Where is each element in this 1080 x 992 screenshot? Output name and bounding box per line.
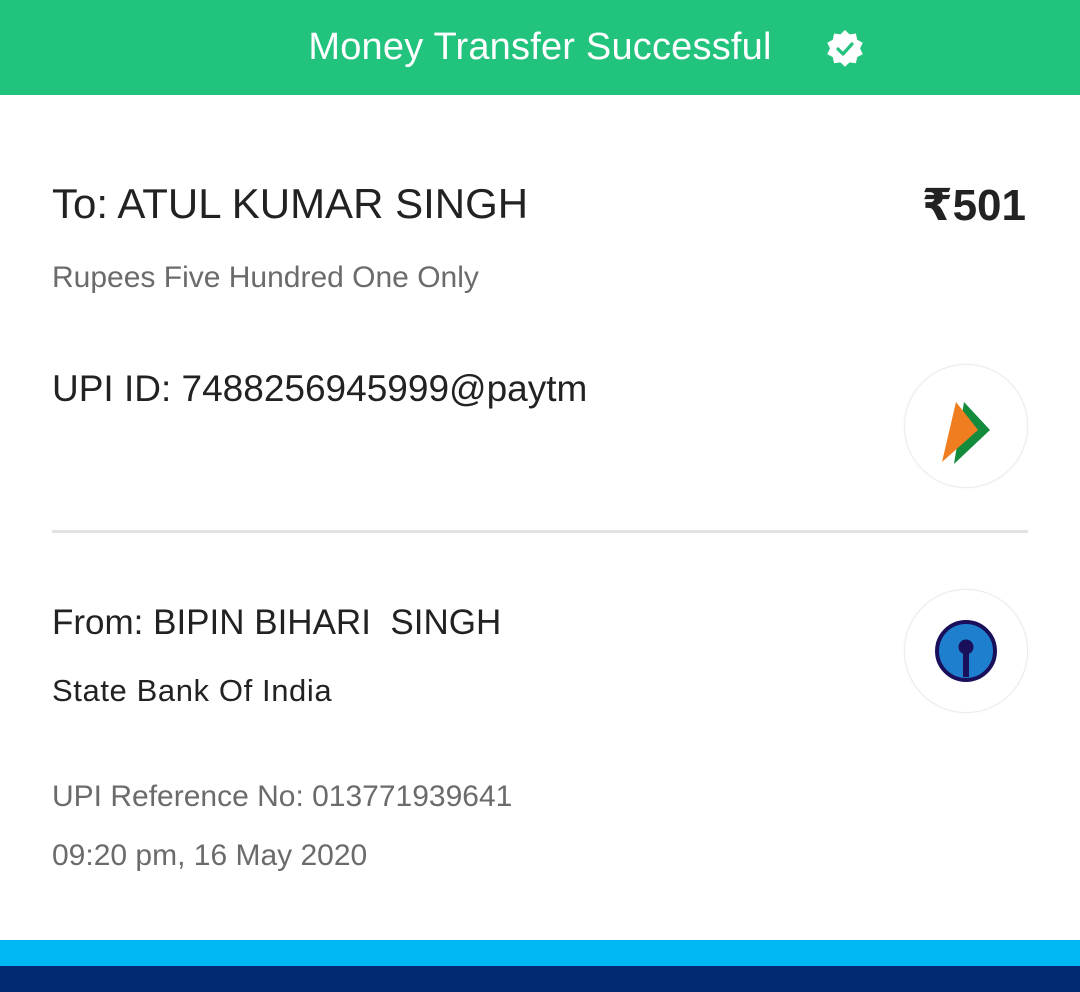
transfer-amount: ₹501 — [921, 181, 1026, 230]
sbi-icon — [904, 589, 1028, 713]
verified-badge-icon — [822, 25, 868, 71]
transfer-receipt: Money Transfer Successful To: ATUL KUMAR… — [0, 0, 1080, 992]
footer-band-light — [0, 940, 1080, 966]
footer-band-dark — [0, 966, 1080, 992]
sender-bank: State Bank Of India — [52, 673, 333, 708]
recipient-name: To: ATUL KUMAR SINGH — [52, 180, 529, 227]
upi-reference-number: UPI Reference No: 013771939641 — [52, 780, 513, 813]
sender-name: From: BIPIN BIHARI SINGH — [52, 603, 502, 642]
section-divider — [52, 530, 1028, 533]
transaction-datetime: 09:20 pm, 16 May 2020 — [52, 839, 368, 872]
recipient-upi-id: UPI ID: 7488256945999@paytm — [52, 368, 588, 409]
success-header: Money Transfer Successful — [0, 0, 1080, 95]
header-title: Money Transfer Successful — [308, 26, 772, 68]
amount-in-words: Rupees Five Hundred One Only — [52, 261, 479, 294]
bhim-upi-icon — [904, 364, 1028, 488]
